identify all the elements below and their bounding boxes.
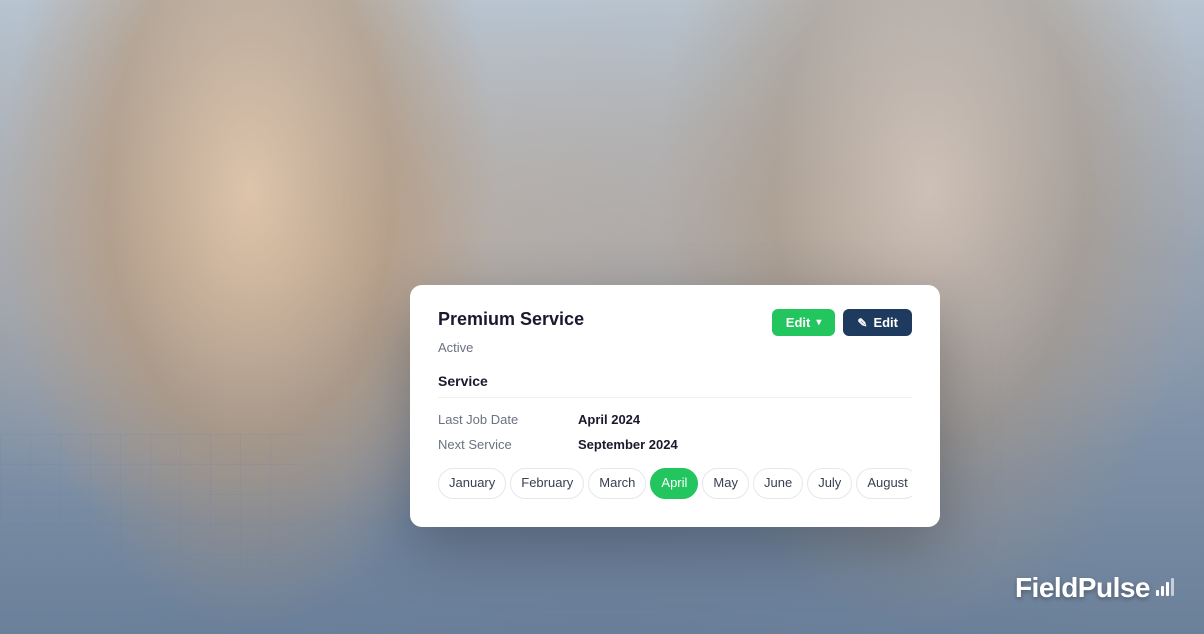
month-chip-june[interactable]: June <box>753 468 803 499</box>
edit-dropdown-button[interactable]: Edit ▾ <box>772 309 836 336</box>
month-chip-july[interactable]: July <box>807 468 852 499</box>
last-job-date-row: Last Job Date April 2024 <box>438 412 912 427</box>
grid-overlay <box>0 434 300 634</box>
month-chip-march[interactable]: March <box>588 468 646 499</box>
months-row: JanuaryFebruaryMarchAprilMayJuneJulyAugu… <box>438 468 912 499</box>
last-job-date-value: April 2024 <box>578 412 640 427</box>
signal-bar-3 <box>1166 582 1169 596</box>
edit-dark-label: Edit <box>873 315 898 330</box>
signal-bar-4 <box>1171 578 1174 596</box>
month-chip-april[interactable]: April <box>650 468 698 499</box>
signal-bar-1 <box>1156 590 1159 596</box>
last-job-date-label: Last Job Date <box>438 412 578 427</box>
signal-icon <box>1156 578 1174 596</box>
chevron-down-icon: ▾ <box>816 317 821 328</box>
edit-pencil-icon: ✎ <box>857 316 867 330</box>
section-title: Service <box>438 373 912 398</box>
month-chip-february[interactable]: February <box>510 468 584 499</box>
next-service-value: September 2024 <box>578 437 678 452</box>
status-badge: Active <box>438 340 912 355</box>
service-modal: Premium Service Edit ▾ ✎ Edit Active Ser… <box>410 285 940 527</box>
modal-title-block: Premium Service <box>438 309 584 331</box>
month-chip-may[interactable]: May <box>702 468 749 499</box>
header-buttons: Edit ▾ ✎ Edit <box>772 309 912 336</box>
month-chip-january[interactable]: January <box>438 468 506 499</box>
modal-title: Premium Service <box>438 309 584 331</box>
edit-green-label: Edit <box>786 315 811 330</box>
modal-header: Premium Service Edit ▾ ✎ Edit <box>438 309 912 336</box>
next-service-row: Next Service September 2024 <box>438 437 912 452</box>
fieldpulse-logo: FieldPulse <box>1015 572 1174 604</box>
edit-dark-button[interactable]: ✎ Edit <box>843 309 912 336</box>
signal-bar-2 <box>1161 586 1164 596</box>
next-service-label: Next Service <box>438 437 578 452</box>
month-chip-august[interactable]: August <box>856 468 912 499</box>
logo-text: FieldPulse <box>1015 572 1150 604</box>
